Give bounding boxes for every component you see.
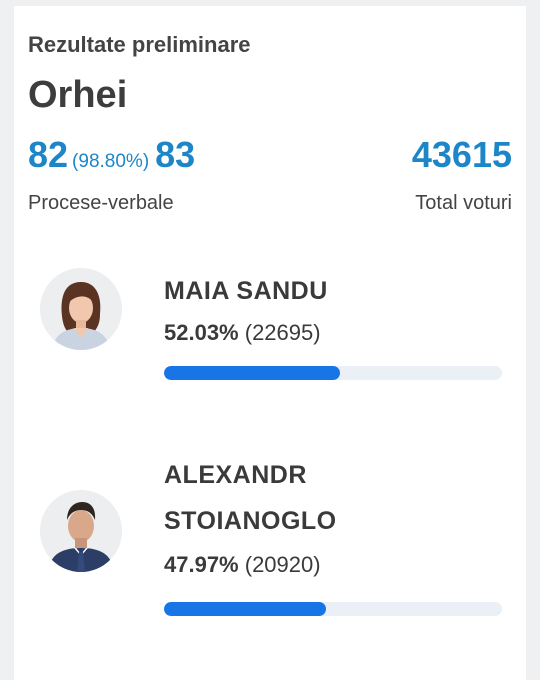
total-votes-count: 43615 xyxy=(411,134,512,175)
votes-label: Total voturi xyxy=(415,192,512,214)
results-card: Rezultate preliminare Orhei 82 (98.80%) 83… xyxy=(14,6,526,680)
candidate-votes: (20920) xyxy=(244,552,321,577)
candidate-votes: (22695) xyxy=(244,320,321,345)
pv-label: Procese-verbale xyxy=(28,192,174,214)
candidate-progress-fill xyxy=(164,602,327,616)
processed-count: 82 xyxy=(28,134,69,175)
processed-stats: 82 (98.80%) 83 xyxy=(28,134,195,176)
candidate-progress-bar xyxy=(164,366,502,380)
candidate-name-line-1: ALEXANDR xyxy=(164,461,307,489)
male-portrait-icon xyxy=(40,490,122,572)
total-votes-stats: 43615 xyxy=(412,134,512,176)
candidate-percent: 47.97% xyxy=(164,552,239,577)
results-subtitle: Rezultate preliminare xyxy=(28,32,251,57)
candidate-result: 47.97% (20920) xyxy=(164,552,321,578)
candidate-percent: 52.03% xyxy=(164,320,239,345)
processed-percent: (98.80%) xyxy=(72,151,150,172)
candidate-name-line-2: STOIANOGLO xyxy=(164,507,337,535)
candidate-progress-bar xyxy=(164,602,502,616)
female-portrait-icon xyxy=(40,268,122,350)
candidate-result: 52.03% (22695) xyxy=(164,320,321,346)
region-title: Orhei xyxy=(28,74,128,116)
candidate-progress-fill xyxy=(164,366,340,380)
total-pv-count: 83 xyxy=(155,134,196,175)
candidate-name: MAIA SANDU xyxy=(164,277,328,305)
